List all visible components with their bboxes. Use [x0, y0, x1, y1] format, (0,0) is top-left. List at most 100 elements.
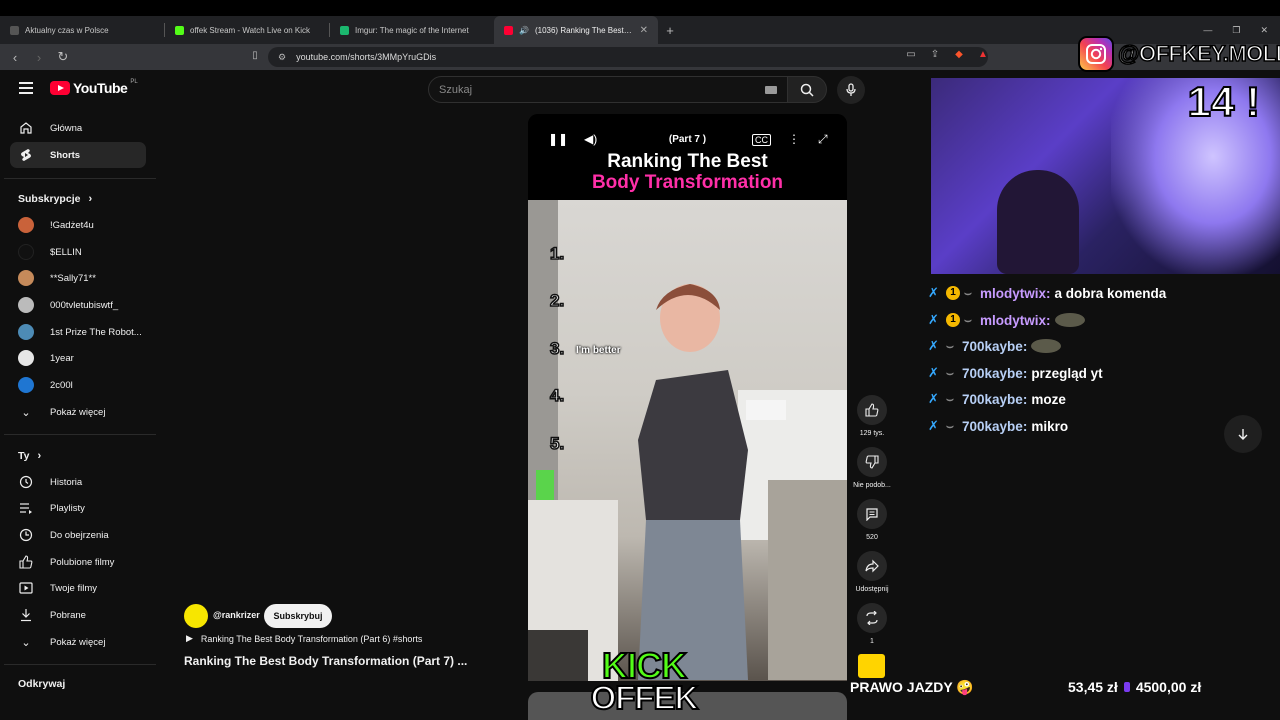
subscribe-button[interactable]: Subskrybuj — [264, 604, 332, 628]
forward-icon[interactable]: › — [32, 50, 46, 65]
search-input[interactable] — [439, 83, 739, 96]
play-icon: ▶ — [186, 633, 193, 643]
channel-avatar[interactable] — [184, 604, 208, 628]
rank-caption: I'm better — [576, 345, 621, 356]
sidebar-item-liked-videos[interactable]: Polubione filmy — [10, 549, 146, 575]
chat-text: a dobra komenda — [1054, 285, 1167, 301]
keyboard-icon[interactable] — [765, 86, 777, 94]
chat-emote — [1031, 339, 1062, 353]
streamer-webcam: 14 ! — [931, 78, 1280, 274]
sword-badge-icon: ✗ — [928, 338, 939, 353]
chat-username[interactable]: 700kaybe: — [962, 392, 1027, 407]
dislike-button[interactable] — [857, 447, 887, 477]
sidebar-item-watch-later[interactable]: Do obejrzenia — [10, 522, 146, 548]
address-bar[interactable]: ⚙ youtube.com/shorts/3MMpYruGDis — [268, 47, 988, 67]
new-tab-button[interactable]: + — [658, 16, 682, 44]
sidebar-item-subscription[interactable]: 2c00l — [10, 372, 146, 398]
search-button[interactable] — [787, 76, 827, 103]
video-title[interactable]: Ranking The Best Body Transformation (Pa… — [184, 654, 484, 668]
chat-username[interactable]: mlodytwix: — [980, 313, 1051, 328]
brave-shield-icon[interactable]: ◆ — [952, 49, 966, 63]
browser-tab-active[interactable]: 🔊 (1036) Ranking The Best Body ✕ — [494, 16, 658, 44]
sidebar-item-history[interactable]: Historia — [10, 469, 146, 495]
bookmark-icon[interactable]: ▯ — [248, 50, 262, 61]
site-info-icon[interactable]: ⚙ — [278, 52, 286, 63]
menu-icon[interactable] — [19, 82, 33, 94]
tab-close-icon[interactable]: ✕ — [640, 25, 648, 36]
sword-badge-icon: ✗ — [928, 312, 939, 327]
explore-heading-label: Odkrywaj — [18, 678, 66, 690]
more-options-icon[interactable]: ⋮ — [788, 132, 800, 146]
comments-button[interactable] — [857, 499, 887, 529]
scroll-down-button[interactable] — [1224, 415, 1262, 453]
voice-search-button[interactable] — [837, 76, 865, 104]
channel-name[interactable]: @rankrizer — [213, 610, 260, 620]
like-action[interactable]: 129 tys. — [847, 395, 897, 437]
cast-icon[interactable]: ▭ — [904, 49, 918, 63]
shorts-player[interactable]: ❚❚ ◀) (Part 7 ) CC ⋮ ⤢ Ranking The Best … — [528, 114, 847, 681]
share-icon — [865, 559, 879, 573]
browser-tab[interactable]: Imgur: The magic of the Internet — [330, 16, 494, 44]
sidebar-item-label: Playlisty — [50, 502, 85, 514]
youtube-logo[interactable]: YouTube PL — [50, 79, 138, 96]
subscriptions-heading-label: Subskrypcje — [18, 193, 81, 205]
sidebar-item-label: Pobrane — [50, 609, 86, 621]
subscriptions-heading[interactable]: Subskrypcje › — [18, 193, 92, 205]
avatar — [18, 270, 34, 286]
comments-action[interactable]: 520 — [847, 499, 897, 541]
video-overlay-title: Ranking The Best — [607, 151, 768, 172]
chat-username[interactable]: mlodytwix: — [980, 286, 1051, 301]
sidebar-item-subscription[interactable]: !Gadżet4u — [10, 212, 146, 238]
fullscreen-icon[interactable]: ⤢ — [818, 132, 828, 147]
tab-favicon-icon — [10, 25, 19, 35]
chevron-right-icon: › — [88, 193, 93, 205]
gift-badge-icon: 1 — [946, 313, 960, 327]
chat-username[interactable]: 700kaybe: — [962, 419, 1027, 434]
chat-message: ✗ ⌣ 700kaybe: przegląd yt — [928, 363, 1103, 383]
sidebar-item-subscription[interactable]: 1st Prize The Robot... — [10, 319, 146, 345]
sword-badge-icon: ✗ — [928, 365, 939, 380]
video-scene — [528, 200, 847, 681]
sidebar-item-playlists[interactable]: Playlisty — [10, 495, 146, 521]
sidebar-item-shorts[interactable]: Shorts — [10, 142, 146, 168]
sidebar-item-subscription[interactable]: 000tvletubiswtf_ — [10, 292, 146, 318]
you-heading[interactable]: Ty › — [18, 450, 41, 462]
browser-tab[interactable]: offek Stream - Watch Live on Kick — [165, 16, 329, 44]
share-button[interactable] — [857, 551, 887, 581]
sidebar-item-subscription[interactable]: **Sally71** — [10, 265, 146, 291]
sidebar: Główna Shorts Subskrypcje › !Gadżet4u $E… — [0, 108, 158, 720]
sidebar-item-your-videos[interactable]: Twoje filmy — [10, 575, 146, 601]
remix-button[interactable] — [857, 603, 887, 633]
share-action[interactable]: Udostępnij — [847, 551, 897, 593]
sidebar-item-subscription[interactable]: $ELLIN — [10, 239, 146, 265]
sidebar-item-subscription[interactable]: 1year — [10, 345, 146, 371]
instagram-badge: @OFFKEY.MOLLY — [1074, 34, 1280, 74]
back-icon[interactable]: ‹ — [8, 50, 22, 65]
video-frame[interactable]: 1. 2. 3. I'm better 4. 5. — [528, 200, 847, 681]
search-icon — [800, 83, 814, 97]
rank-number: 3. — [549, 338, 565, 359]
sidebar-item-label: Polubione filmy — [50, 556, 115, 568]
show-more-you[interactable]: ⌄ Pokaż więcej — [10, 629, 146, 655]
tab-title: offek Stream - Watch Live on Kick — [190, 25, 311, 35]
video-title-card: ❚❚ ◀) (Part 7 ) CC ⋮ ⤢ Ranking The Best … — [528, 114, 847, 200]
chat-username[interactable]: 700kaybe: — [962, 339, 1027, 354]
like-button[interactable] — [857, 395, 887, 425]
avatar — [18, 377, 34, 393]
related-video-link[interactable]: ▶ Ranking The Best Body Transformation (… — [186, 633, 422, 644]
browser-tab[interactable]: Aktualny czas w Polsce — [0, 16, 164, 44]
remix-action[interactable]: 1 — [847, 603, 897, 645]
chat-username[interactable]: 700kaybe: — [962, 366, 1027, 381]
rewards-icon[interactable]: ▲ — [976, 49, 990, 63]
sidebar-item-downloads[interactable]: Pobrane — [10, 602, 146, 628]
goal-separator — [1123, 682, 1130, 692]
reload-icon[interactable]: ↻ — [56, 49, 70, 65]
share-icon[interactable]: ⇪ — [928, 49, 942, 63]
sidebar-item-home[interactable]: Główna — [10, 115, 146, 141]
hook-badge-icon: ⌣ — [964, 285, 972, 300]
show-more-subscriptions[interactable]: ⌄ Pokaż więcej — [10, 399, 146, 425]
search-box[interactable] — [428, 76, 788, 103]
dislike-action[interactable]: Nie podob... — [847, 447, 897, 489]
captions-icon[interactable]: CC — [752, 134, 771, 146]
sword-badge-icon: ✗ — [928, 391, 939, 406]
